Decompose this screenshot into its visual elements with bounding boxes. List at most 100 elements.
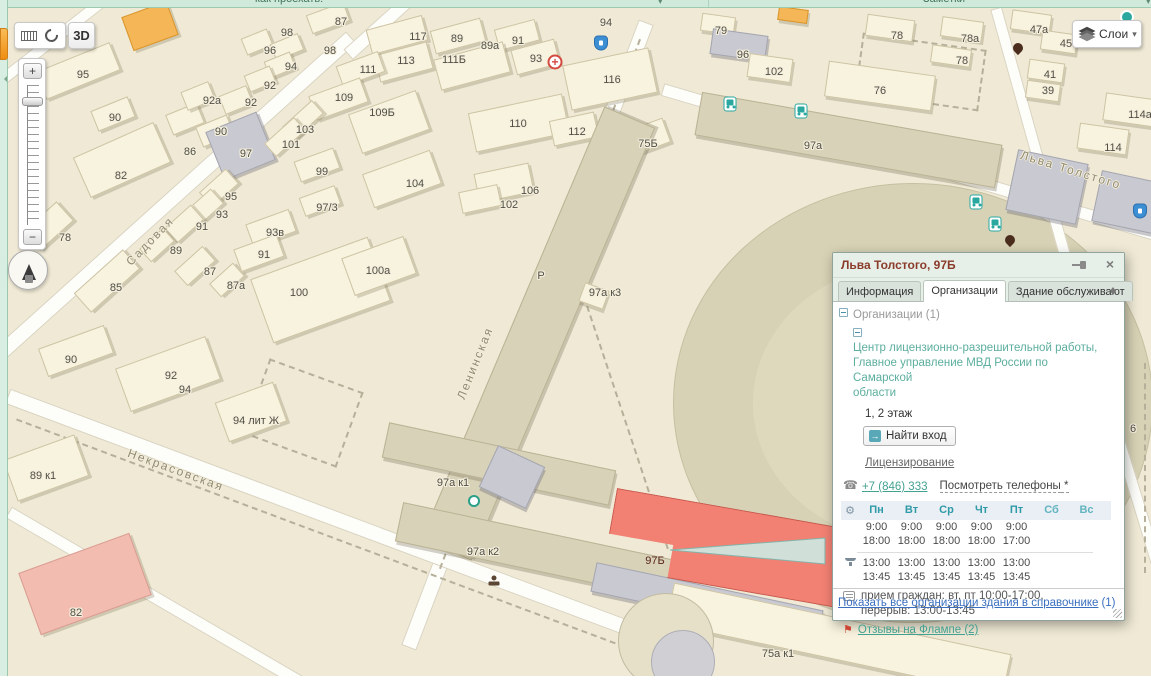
building-label[interactable]: 94 лит Ж [233, 415, 279, 427]
nature-icon[interactable] [468, 495, 480, 507]
phone-link[interactable]: +7 (846) 333 [862, 481, 928, 493]
building-label[interactable]: 89 [170, 245, 182, 257]
building-label[interactable]: 93в [266, 227, 284, 239]
building-label[interactable]: 41 [1044, 69, 1056, 81]
building-label[interactable]: 100 [290, 287, 308, 299]
building-label[interactable]: 111 [360, 64, 377, 76]
chevron-down-icon[interactable]: ▾ [1146, 0, 1151, 7]
building-shape[interactable] [73, 122, 171, 198]
organizations-group-row[interactable]: Организации (1) [839, 308, 1116, 321]
ruler-icon[interactable] [21, 31, 37, 41]
flamp-reviews-link[interactable]: Отзывы на Флампе (2) [858, 624, 979, 636]
building-shape[interactable] [458, 184, 502, 214]
building-label[interactable]: 82 [70, 607, 82, 619]
building-label[interactable]: 101 [282, 139, 300, 151]
building-label[interactable]: 114 [1104, 142, 1122, 154]
layers-button[interactable]: Слои ▾ [1072, 20, 1142, 48]
3d-mode-button[interactable]: 3D [68, 22, 95, 49]
building-label[interactable]: 87a [227, 280, 245, 292]
building-label[interactable]: 109Б [369, 107, 395, 119]
building-label[interactable]: 102 [765, 66, 783, 78]
building-label[interactable]: 94 [600, 17, 612, 29]
building-label[interactable]: 89 к1 [30, 470, 56, 482]
panel-handle-button[interactable] [0, 28, 8, 60]
building-shape[interactable] [38, 325, 114, 377]
building-label[interactable]: 92 [245, 97, 257, 109]
collapse-minus-icon[interactable] [839, 308, 848, 317]
building-label[interactable]: 91 [512, 35, 524, 47]
tab-scroll-icon[interactable] [1108, 284, 1118, 298]
show-phones-toggle[interactable]: Посмотреть телефоны * [940, 480, 1069, 492]
bus-icon[interactable] [724, 97, 737, 112]
building-label[interactable]: 94 [179, 384, 191, 396]
building-label[interactable]: 117 [409, 31, 427, 43]
building-label[interactable]: 82 [115, 170, 127, 182]
building-label[interactable]: 87 [335, 16, 347, 28]
building-label[interactable]: 116 [603, 74, 621, 86]
find-entrance-button[interactable]: → Найти вход [863, 426, 956, 446]
building-label[interactable]: 93 [216, 209, 228, 221]
building-label[interactable]: 92 [264, 80, 276, 92]
building-label[interactable]: 90 [215, 126, 227, 138]
popup-header[interactable]: Льва Толстого, 97Б × [833, 253, 1124, 278]
cross-icon[interactable] [548, 55, 563, 70]
all-organizations-link[interactable]: Показать все организации здания в справо… [838, 597, 1098, 609]
pin-icon[interactable] [1072, 260, 1086, 270]
time-traffic-icon[interactable] [42, 26, 60, 44]
resize-grip[interactable] [1113, 609, 1122, 618]
building-label[interactable]: 86 [184, 146, 196, 158]
building-label[interactable]: 95 [77, 69, 89, 81]
building-label[interactable]: 92 [165, 370, 177, 382]
building-label[interactable]: 97 [240, 148, 252, 160]
chevron-down-icon[interactable]: ▾ [658, 0, 663, 7]
tab-organizations[interactable]: Организации [923, 280, 1006, 302]
stamp-icon[interactable] [489, 576, 500, 587]
zoom-handle[interactable] [22, 97, 43, 106]
building-label[interactable]: 89 [451, 33, 463, 45]
bus-icon[interactable] [795, 104, 808, 119]
building-label[interactable]: 96 [264, 45, 276, 57]
building-label[interactable]: 93 [530, 53, 542, 65]
building-label[interactable]: 95 [225, 191, 237, 203]
bus-icon[interactable] [970, 195, 983, 210]
rubric-link[interactable]: Лицензирование [865, 457, 954, 469]
organization-name-link[interactable]: Центр лицензионно-разрешительной работы,… [853, 341, 1105, 401]
building-label[interactable]: 78 [956, 55, 968, 67]
building-label[interactable]: 112 [568, 126, 586, 138]
building-shape[interactable] [8, 434, 89, 501]
zoom-out-button[interactable]: − [23, 229, 42, 245]
building-label[interactable]: 91 [196, 221, 208, 233]
building-shape[interactable] [18, 533, 151, 635]
building-label[interactable]: Р [537, 270, 544, 282]
building-label[interactable]: 85 [110, 282, 122, 294]
close-icon[interactable]: × [1106, 256, 1114, 272]
building-label[interactable]: 76 [874, 85, 886, 97]
building-label[interactable]: 75a к1 [762, 648, 794, 660]
building-shape[interactable] [121, 8, 178, 51]
building-label[interactable]: 109 [335, 92, 353, 104]
building-label[interactable]: 104 [406, 178, 424, 190]
building-label[interactable]: 97Б [645, 555, 664, 567]
tab-information[interactable]: Информация [838, 281, 921, 301]
building-label[interactable]: 97a к2 [467, 546, 499, 558]
building-label[interactable]: 79 [715, 25, 727, 37]
bus-icon[interactable] [989, 217, 1002, 232]
left-panel-edge[interactable] [0, 0, 8, 680]
building-label[interactable]: 92a [203, 95, 221, 107]
building-label[interactable]: 98 [324, 45, 336, 57]
collapse-minus-icon[interactable] [853, 328, 862, 337]
building-shape[interactable] [362, 150, 442, 208]
building-label[interactable]: 87 [204, 266, 216, 278]
building-label[interactable]: 78 [891, 30, 903, 42]
building-label[interactable]: 111Б [442, 54, 466, 66]
building-label[interactable]: 113 [397, 55, 415, 67]
building-label[interactable]: 91 [258, 249, 270, 261]
building-label[interactable]: 97a [804, 140, 822, 152]
building-label[interactable]: 106 [521, 185, 539, 197]
building-label[interactable]: 99 [316, 166, 328, 178]
zoom-slider[interactable]: + − [18, 58, 46, 250]
building-label[interactable]: 96 [737, 49, 749, 61]
building-label[interactable]: 103 [296, 124, 314, 136]
building-label[interactable]: 6 [1130, 423, 1136, 435]
building-label[interactable]: 100a [366, 265, 390, 277]
